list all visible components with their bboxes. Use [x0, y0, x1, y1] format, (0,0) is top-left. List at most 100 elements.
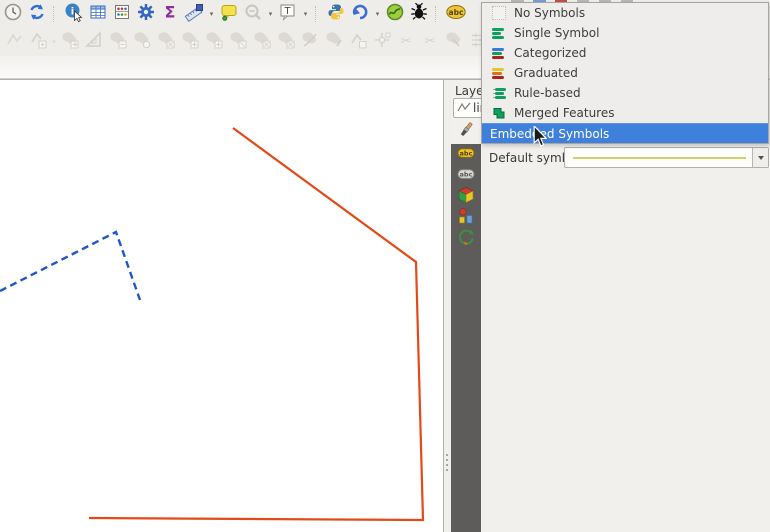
qgis-window: iΣ▾▾T▾▾abc ▾✂✂ Layer lin abcabc Default … [0, 0, 770, 532]
bug-button[interactable] [408, 3, 430, 25]
clock-icon [3, 2, 23, 26]
delete-part-icon [276, 30, 296, 54]
tab-3d-view[interactable] [451, 186, 481, 207]
default-symbol-dropdown[interactable] [564, 147, 769, 168]
menu-item-rule-based[interactable]: Rule-based [482, 83, 768, 103]
text-annotation-icon: T [278, 2, 298, 26]
identify-features-icon: i [64, 2, 84, 26]
vertex-filter-button [346, 31, 370, 53]
menu-item-graduated[interactable]: Graduated [482, 63, 768, 83]
toolbar-separator [435, 6, 440, 22]
refresh-icon [27, 2, 47, 26]
tab-diagrams[interactable] [451, 207, 481, 228]
add-part-icon [204, 30, 224, 54]
single-symbol-icon [492, 26, 506, 40]
offset-curve-button [298, 31, 322, 53]
refresh-button[interactable] [26, 3, 48, 25]
menu-item-merged-features[interactable]: Merged Features [482, 103, 768, 123]
attribute-table-icon [88, 2, 108, 26]
menu-item-label: Rule-based [514, 86, 581, 100]
categorized-icon [492, 46, 506, 60]
label-toolbar-button[interactable]: abc [445, 3, 467, 25]
menu-item-single-symbol[interactable]: Single Symbol [482, 23, 768, 43]
line-geometry-icon [457, 99, 471, 118]
vertex-editor-icon [372, 30, 392, 54]
svg-text:T: T [284, 6, 291, 17]
splitter-handle-icon[interactable] [446, 454, 448, 472]
svg-text:✂: ✂ [401, 34, 412, 49]
dropdown-arrow-icon: ▾ [50, 38, 58, 46]
svg-text:✂: ✂ [425, 34, 436, 49]
label-toolbar-icon: abc [446, 4, 466, 24]
layer-styling-panel: Layer lin abcabc Default symbol [451, 79, 770, 532]
menu-item-categorized[interactable]: Categorized [482, 43, 768, 63]
cad-tools-icon [84, 30, 104, 54]
zoom-last-button[interactable] [242, 3, 264, 25]
simplify-feature-button [154, 31, 178, 53]
dropdown-arrow-icon[interactable]: ▾ [207, 10, 216, 18]
copy-move-feature-button [106, 31, 130, 53]
panel-splitter[interactable] [444, 79, 451, 532]
rule-based-icon [492, 86, 506, 100]
labels-abc-icon: abc [457, 144, 475, 166]
dropdown-arrow-icon[interactable]: ▾ [266, 10, 275, 18]
split-parts-icon: ✂ [420, 30, 440, 54]
measure-button[interactable] [183, 3, 205, 25]
offset-curve-icon [300, 30, 320, 54]
zoom-last-icon [243, 2, 263, 26]
menu-item-embedded-symbols[interactable]: Embedded Symbols [482, 123, 768, 143]
undo-button[interactable] [349, 3, 371, 25]
move-feature-icon [60, 30, 80, 54]
delete-ring-icon [252, 30, 272, 54]
tab-symbology[interactable] [451, 120, 481, 144]
dropdown-arrow-icon[interactable]: ▾ [373, 10, 382, 18]
sum-features-icon: Σ [160, 2, 180, 26]
processing-toolbox-icon [136, 2, 156, 26]
map-tips-icon [219, 2, 239, 26]
cad-tools-button [82, 31, 106, 53]
menu-item-label: No Symbols [514, 6, 585, 20]
tab-history[interactable] [451, 228, 481, 249]
history-icon [457, 228, 475, 250]
svg-text:abc: abc [449, 8, 464, 17]
dropdown-arrow-icon[interactable]: ▾ [301, 10, 310, 18]
python-console-button[interactable] [325, 3, 347, 25]
fill-ring-button [226, 31, 250, 53]
undo-icon [350, 2, 370, 26]
map-canvas[interactable] [0, 79, 444, 532]
split-features-icon: ✂ [396, 30, 416, 54]
add-ring-button [178, 31, 202, 53]
toolbar-separator [53, 6, 58, 22]
processing-toolbox-button[interactable] [135, 3, 157, 25]
dropdown-arrow-button[interactable] [752, 148, 768, 167]
statistical-summary-icon [112, 2, 132, 26]
attribute-table-button[interactable] [87, 3, 109, 25]
menu-item-no-symbols[interactable]: No Symbols [482, 3, 768, 23]
svg-text:i: i [71, 7, 74, 18]
move-feature-button [58, 31, 82, 53]
current-edits-button [2, 31, 26, 53]
delete-ring-button [250, 31, 274, 53]
identify-features-button[interactable]: i [63, 3, 85, 25]
text-annotation-button[interactable]: T [277, 3, 299, 25]
add-ring-icon [180, 30, 200, 54]
svg-text:abc: abc [460, 170, 473, 178]
delete-part-button [274, 31, 298, 53]
sum-features-button[interactable]: Σ [159, 3, 181, 25]
plugin-icon [385, 2, 405, 26]
statistical-summary-button[interactable] [111, 3, 133, 25]
map-tips-button[interactable] [218, 3, 240, 25]
plugin-button[interactable] [384, 3, 406, 25]
paintbrush-icon [457, 121, 475, 143]
copy-move-feature-icon [108, 30, 128, 54]
tab-masks[interactable]: abc [451, 165, 481, 186]
clock-button[interactable] [2, 3, 24, 25]
merge-features-button [442, 31, 466, 53]
menu-item-label: Embedded Symbols [490, 127, 609, 141]
rotate-feature-button [130, 31, 154, 53]
measure-icon [184, 2, 204, 26]
tab-labels[interactable]: abc [451, 144, 481, 165]
line-symbol-preview [573, 157, 746, 159]
blue-dashed-line [0, 232, 140, 300]
reshape-features-icon [324, 30, 344, 54]
